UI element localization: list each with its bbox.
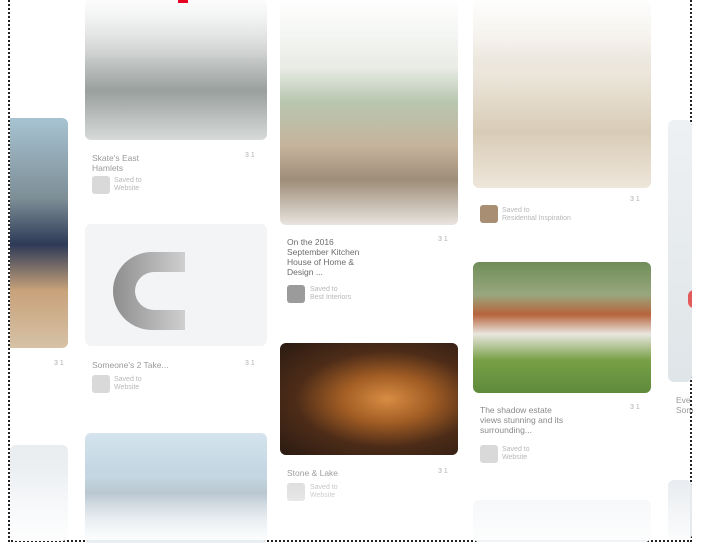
pin-title[interactable]: Eve Som (676, 395, 693, 415)
board-avatar (480, 445, 498, 463)
pin-image-left-bottom[interactable] (10, 445, 68, 541)
board-avatar (480, 205, 498, 223)
pin-image-lake[interactable] (85, 433, 267, 543)
pin-save-count: 3 1 (438, 468, 448, 475)
pin-image-fire[interactable] (280, 343, 458, 455)
pin-title[interactable]: On the 2016 September Kitchen House of Ho… (287, 237, 359, 277)
pin-save-count: 3 1 (630, 196, 640, 203)
pin-meta: Saved to Website (502, 446, 530, 461)
pin-board-frame: 3 1 Skate's East Hamlets 3 1 Saved to Webs… (8, 0, 693, 543)
pin-meta: Saved to Best Interiors (310, 286, 352, 301)
pin-title[interactable]: Stone & Lake (287, 468, 338, 478)
pin-title[interactable]: Someone's 2 Take... (92, 360, 169, 370)
red-button-icon (688, 290, 692, 308)
pin-image-house-exterior[interactable] (473, 262, 651, 393)
pin-save-count: 3 1 (630, 404, 640, 411)
board-avatar (287, 285, 305, 303)
pin-meta: Saved to Website (114, 177, 142, 192)
pin-save-count: 3 1 (245, 360, 255, 367)
pin-image-chair[interactable] (10, 118, 68, 348)
pin-meta: Saved to Website (310, 484, 338, 499)
board-avatar (92, 375, 110, 393)
pin-title[interactable]: The shadow estate views stunning and its s… (480, 405, 563, 435)
pin-title[interactable]: Skate's East Hamlets (92, 153, 139, 173)
pin-image-hallway[interactable] (473, 0, 651, 188)
board-avatar (287, 483, 305, 501)
pin-image-c-chair[interactable] (85, 224, 267, 346)
pin-image-right-partial[interactable] (668, 120, 692, 382)
pin-save-count: 3 1 (245, 152, 255, 159)
pin-image-parking[interactable] (85, 0, 267, 140)
pin-meta: Saved to Website (114, 376, 142, 391)
pin-image-right-bottom[interactable] (668, 480, 692, 540)
pin-image-living-room[interactable] (280, 0, 458, 225)
pin-image-column4-bottom[interactable] (473, 500, 651, 542)
pin-save-count: 3 1 (54, 360, 64, 367)
pin-save-count: 3 1 (438, 236, 448, 243)
pin-meta: Saved to Residential Inspiration (502, 207, 571, 222)
board-avatar (92, 176, 110, 194)
brand-mark (178, 0, 188, 3)
